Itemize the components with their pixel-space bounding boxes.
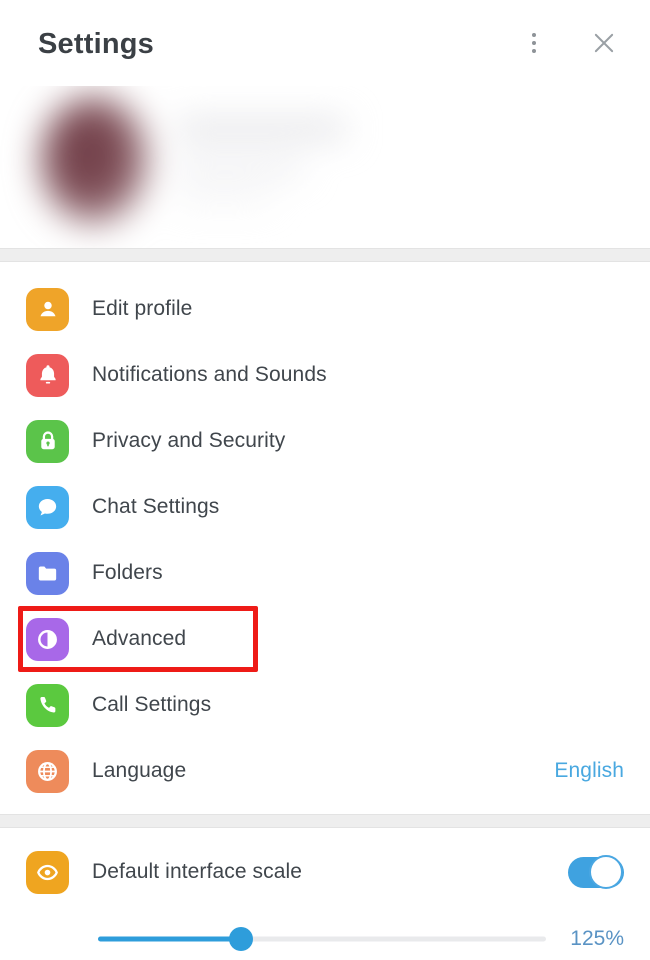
- lock-icon: [26, 419, 69, 463]
- sidebar-item-label: Folders: [92, 561, 163, 584]
- sidebar-item-label: Privacy and Security: [92, 429, 286, 452]
- globe-icon: [26, 749, 69, 793]
- interface-scale-slider-row: 125%: [0, 904, 650, 960]
- settings-window: Settings Edit profile Notifications and …: [0, 0, 650, 960]
- sidebar-item-edit-profile[interactable]: Edit profile: [0, 276, 650, 342]
- contrast-icon: [26, 617, 69, 661]
- sidebar-item-chat-settings[interactable]: Chat Settings: [0, 474, 650, 540]
- profile-phone-redacted: [176, 160, 304, 176]
- window-header: Settings: [0, 0, 650, 86]
- phone-icon: [26, 683, 69, 727]
- sidebar-item-label: Edit profile: [92, 297, 193, 320]
- sidebar-item-folders[interactable]: Folders: [0, 540, 650, 606]
- sidebar-item-label: Advanced: [92, 627, 187, 650]
- default-interface-scale-label: Default interface scale: [92, 860, 303, 883]
- page-title: Settings: [38, 27, 154, 60]
- section-divider-bottom: [0, 814, 650, 828]
- sidebar-item-label: Call Settings: [92, 693, 212, 716]
- interface-scale-slider[interactable]: [98, 926, 546, 952]
- profile-summary[interactable]: [0, 86, 650, 248]
- interface-scale-value: 125%: [570, 927, 624, 950]
- sidebar-item-label: Notifications and Sounds: [92, 363, 327, 386]
- language-value[interactable]: English: [554, 759, 624, 783]
- profile-username-redacted: [176, 190, 272, 204]
- interface-scale-section: Default interface scale 125%: [0, 828, 650, 960]
- close-icon: [591, 30, 617, 56]
- profile-name-redacted: [176, 118, 346, 140]
- settings-menu-list: Edit profile Notifications and Sounds Pr…: [0, 262, 650, 814]
- section-divider-top: [0, 248, 650, 262]
- toggle-knob: [589, 854, 623, 889]
- more-menu-button[interactable]: [514, 23, 554, 63]
- folder-icon: [26, 551, 69, 595]
- default-interface-scale-toggle[interactable]: [568, 854, 624, 889]
- close-button[interactable]: [584, 23, 624, 63]
- header-actions: [514, 23, 624, 63]
- sidebar-item-call-settings[interactable]: Call Settings: [0, 672, 650, 738]
- eye-icon: [26, 850, 69, 894]
- sidebar-item-label: Language: [92, 759, 187, 782]
- slider-fill: [98, 936, 242, 942]
- profile-blurred-content: [26, 90, 416, 238]
- sidebar-item-notifications-and-sounds[interactable]: Notifications and Sounds: [0, 342, 650, 408]
- sidebar-item-privacy-and-security[interactable]: Privacy and Security: [0, 408, 650, 474]
- more-vertical-icon: [532, 33, 536, 53]
- chat-bubble-icon: [26, 485, 69, 529]
- bell-icon: [26, 353, 69, 397]
- sidebar-item-language[interactable]: Language English: [0, 738, 650, 804]
- sidebar-item-label: Chat Settings: [92, 495, 220, 518]
- sidebar-item-advanced[interactable]: Advanced: [0, 606, 650, 672]
- default-interface-scale-row[interactable]: Default interface scale: [0, 840, 650, 904]
- slider-handle[interactable]: [229, 927, 254, 951]
- person-icon: [26, 287, 69, 331]
- avatar: [40, 96, 148, 224]
